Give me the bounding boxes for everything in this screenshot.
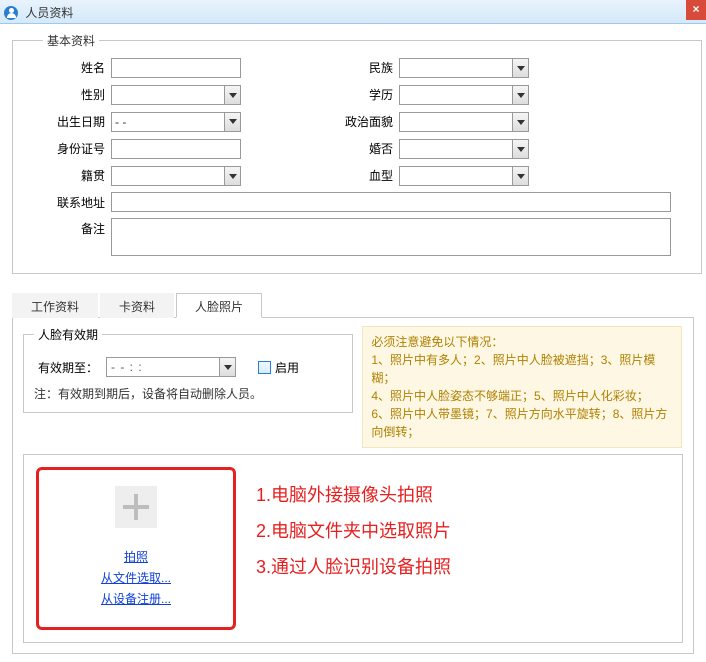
enable-checkbox[interactable]: 启用 [258, 359, 299, 376]
tab-panel-face: 人脸有效期 有效期至： - - : : 启用 注：有效期到期后，设备将自动删除人… [12, 318, 694, 654]
chevron-down-icon [224, 86, 240, 104]
from-device-link[interactable]: 从设备注册... [101, 590, 171, 607]
tab-strip: 工作资料 卡资料 人脸照片 [12, 292, 694, 318]
chevron-down-icon [224, 113, 240, 131]
chevron-down-icon [512, 59, 528, 77]
annotation-line: 2.电脑文件夹中选取照片 [256, 517, 670, 543]
tab-work[interactable]: 工作资料 [12, 293, 98, 318]
gender-select[interactable] [111, 85, 241, 105]
add-photo-button[interactable] [115, 486, 157, 528]
annotation-line: 1.电脑外接摄像头拍照 [256, 481, 670, 507]
gender-label: 性别 [43, 86, 111, 103]
education-select[interactable] [399, 85, 529, 105]
birthdate-input[interactable]: - - [111, 112, 241, 132]
politics-label: 政治面貌 [331, 113, 399, 130]
close-button[interactable]: × [686, 0, 706, 20]
address-label: 联系地址 [43, 192, 111, 211]
window-titlebar: 人员资料 × [0, 0, 706, 24]
politics-select[interactable] [399, 112, 529, 132]
chevron-down-icon [512, 86, 528, 104]
name-input[interactable] [111, 58, 241, 78]
tab-face[interactable]: 人脸照片 [176, 293, 262, 318]
marriage-select[interactable] [399, 139, 529, 159]
remark-label: 备注 [43, 218, 111, 237]
tab-card[interactable]: 卡资料 [100, 293, 174, 318]
face-validity-legend: 人脸有效期 [34, 326, 102, 343]
address-input[interactable] [111, 192, 671, 212]
photo-area: 拍照 从文件选取... 从设备注册... 1.电脑外接摄像头拍照 2.电脑文件夹… [23, 454, 683, 643]
nation-select[interactable] [399, 58, 529, 78]
warning-line: 1、照片中有多人；2、照片中人脸被遮挡；3、照片模糊； [371, 351, 673, 387]
idno-input[interactable] [111, 139, 241, 159]
chevron-down-icon [512, 113, 528, 131]
origin-label: 籍贯 [43, 167, 111, 184]
window-title: 人员资料 [25, 6, 73, 20]
enable-label: 启用 [275, 359, 299, 376]
chevron-down-icon [224, 167, 240, 185]
take-photo-link[interactable]: 拍照 [101, 548, 171, 565]
birthdate-label: 出生日期 [43, 113, 111, 130]
validity-note: 注：有效期到期后，设备将自动删除人员。 [34, 385, 342, 402]
warning-line: 6、照片中人带墨镜；7、照片方向水平旋转；8、照片方向倒转； [371, 405, 673, 441]
origin-select[interactable] [111, 166, 241, 186]
idno-label: 身份证号 [43, 140, 111, 157]
basic-info-legend: 基本资料 [43, 32, 99, 49]
photo-upload-panel: 拍照 从文件选取... 从设备注册... [36, 467, 236, 630]
chevron-down-icon [512, 140, 528, 158]
warning-title: 必须注意避免以下情况： [371, 333, 673, 351]
marriage-label: 婚否 [331, 140, 399, 157]
warning-line: 4、照片中人脸姿态不够端正；5、照片中人化彩妆； [371, 387, 673, 405]
valid-until-label: 有效期至： [34, 359, 98, 376]
basic-info-group: 基本资料 姓名 民族 性别 学历 出生日期 - - 政治面貌 身份证号 婚否 籍… [12, 32, 702, 274]
education-label: 学历 [331, 86, 399, 103]
remark-input[interactable] [111, 218, 671, 256]
person-icon [4, 6, 18, 20]
nation-label: 民族 [331, 59, 399, 76]
chevron-down-icon [219, 358, 235, 376]
valid-until-input[interactable]: - - : : [106, 357, 236, 377]
blood-select[interactable] [399, 166, 529, 186]
checkbox-icon [258, 361, 271, 374]
name-label: 姓名 [43, 59, 111, 76]
annotation-text: 1.电脑外接摄像头拍照 2.电脑文件夹中选取照片 3.通过人脸识别设备拍照 [256, 467, 670, 630]
annotation-line: 3.通过人脸识别设备拍照 [256, 553, 670, 579]
chevron-down-icon [512, 167, 528, 185]
face-validity-group: 人脸有效期 有效期至： - - : : 启用 注：有效期到期后，设备将自动删除人… [23, 326, 353, 413]
photo-warning: 必须注意避免以下情况： 1、照片中有多人；2、照片中人脸被遮挡；3、照片模糊； … [362, 326, 682, 448]
from-file-link[interactable]: 从文件选取... [101, 569, 171, 586]
blood-label: 血型 [331, 167, 399, 184]
